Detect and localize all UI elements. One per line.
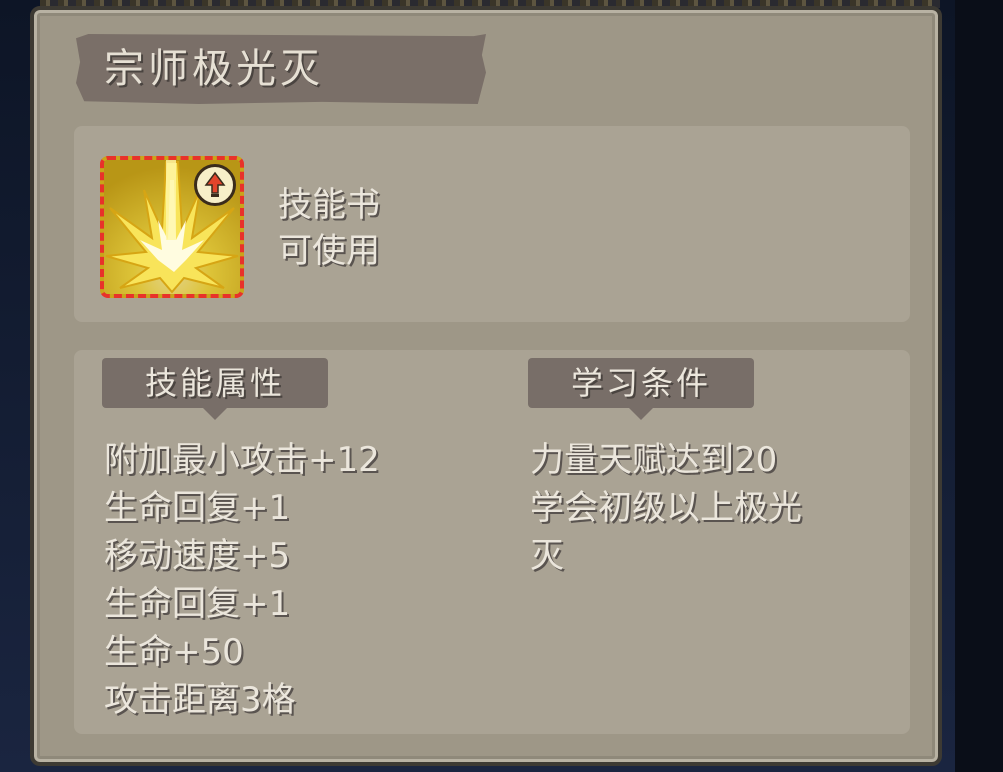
item-type-info: 技能书 可使用 — [278, 182, 380, 274]
attribute-item: 附加最小攻击+12 — [104, 440, 380, 480]
attributes-list: 附加最小攻击+12 生命回复+1 移动速度+5 生命回复+1 生命+50 攻击距… — [104, 436, 380, 724]
upgrade-arrow-badge-icon — [194, 164, 236, 206]
requirement-item: 灭 — [530, 536, 564, 576]
item-usable-label: 可使用 — [278, 231, 380, 271]
attribute-item: 生命回复+1 — [104, 584, 291, 624]
requirement-item: 学会初级以上极光 — [530, 488, 802, 528]
attribute-item: 生命+50 — [104, 632, 244, 672]
attributes-header: 技能属性 — [102, 358, 328, 420]
item-type-label: 技能书 — [278, 185, 380, 225]
skill-title: 宗师极光灭 — [104, 46, 324, 92]
requirements-list: 力量天赋达到20 学会初级以上极光 灭 — [530, 436, 880, 580]
attribute-item: 移动速度+5 — [104, 536, 291, 576]
requirements-header: 学习条件 — [528, 358, 754, 420]
attribute-item: 生命回复+1 — [104, 488, 291, 528]
background-right-edge — [955, 0, 1003, 772]
attribute-item: 攻击距离3格 — [104, 680, 296, 720]
requirement-item: 力量天赋达到20 — [530, 440, 778, 480]
